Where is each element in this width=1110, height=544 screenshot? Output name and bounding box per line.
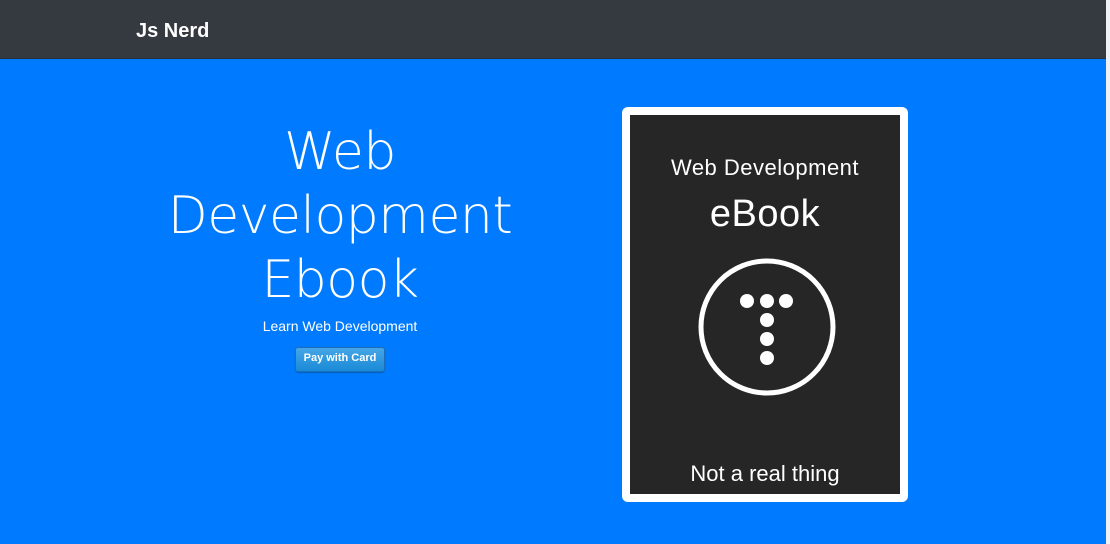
ebook-cover-footer: Not a real thing [690,461,840,486]
title-line-development: Development [167,186,513,246]
hero-section: Web Development Ebook Learn Web Developm… [0,58,1106,544]
ebook-cover-subtitle: eBook [709,193,821,235]
ebook-cover: Web Development eBook Not a real thing [630,115,900,494]
navbar: Js Nerd [0,0,1106,59]
hero-text: Web Development Ebook Learn Web Developm… [160,120,520,372]
brand-link[interactable]: Js Nerd [136,18,209,44]
ebook-cover-title: Web Development [670,155,860,180]
page-title: Web Development Ebook [160,120,520,312]
hero-subtitle: Learn Web Development [262,318,418,334]
t-dots-logo-icon [698,258,836,396]
scrollbar[interactable] [1106,0,1110,544]
title-line-ebook: Ebook [261,250,419,310]
title-line-web: Web [284,122,396,182]
ebook-cover-image: Web Development eBook Not a real thing [622,107,908,502]
pay-with-card-button[interactable]: Pay with Card [295,347,385,372]
